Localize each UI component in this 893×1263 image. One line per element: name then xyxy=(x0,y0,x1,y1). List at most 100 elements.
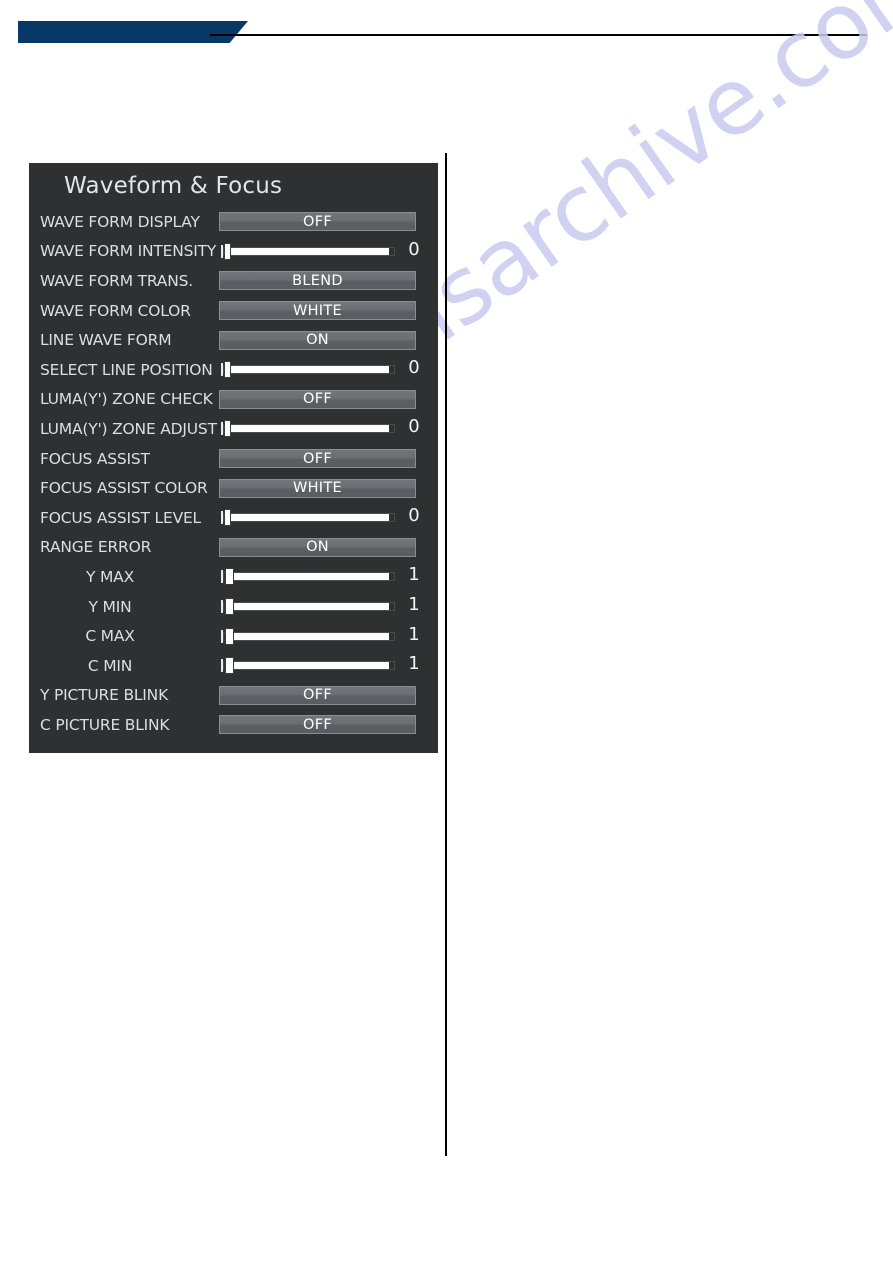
slider-handle[interactable] xyxy=(224,361,231,379)
slider-min-tick xyxy=(221,600,223,614)
menu-row-control: OFF xyxy=(219,212,419,232)
header-horizontal-rule xyxy=(210,34,867,36)
slider-track xyxy=(227,425,389,433)
slider-control[interactable]: 0 xyxy=(219,239,420,261)
menu-row-label: FOCUS ASSIST COLOR xyxy=(40,479,208,498)
menu-row[interactable]: WAVE FORM DISPLAY OFF xyxy=(29,207,438,237)
slider-value: 0 xyxy=(408,357,420,379)
slider-track xyxy=(227,247,389,255)
option-value-button[interactable]: OFF xyxy=(219,715,416,735)
slider-control[interactable]: 1 xyxy=(219,624,420,646)
menu-row[interactable]: FOCUS ASSIST COLOR WHITE xyxy=(29,473,438,503)
slider-min-tick xyxy=(221,244,223,258)
option-value-button[interactable]: OFF xyxy=(219,389,416,409)
menu-row[interactable]: C MAX 1 xyxy=(29,621,438,651)
menu-row-label: SELECT LINE POSITION xyxy=(40,360,213,379)
menu-row-control: 1 xyxy=(219,653,420,675)
menu-row-label: WAVE FORM DISPLAY xyxy=(40,212,200,231)
menu-row-label: C MIN xyxy=(87,656,133,675)
option-value-button[interactable]: BLEND xyxy=(219,271,416,291)
slider-min-tick xyxy=(221,629,223,643)
menu-row[interactable]: FOCUS ASSIST LEVEL 0 xyxy=(29,503,438,533)
slider-control[interactable]: 0 xyxy=(219,357,420,379)
menu-row-control: WHITE xyxy=(219,478,419,498)
menu-row[interactable]: Y MIN 1 xyxy=(29,592,438,622)
slider-control[interactable]: 0 xyxy=(219,505,420,527)
menu-row-control: WHITE xyxy=(219,301,419,321)
slider-track xyxy=(227,662,389,670)
osd-menu-title: Waveform & Focus xyxy=(64,173,283,199)
menu-row-control: 0 xyxy=(219,239,420,261)
menu-row[interactable]: WAVE FORM COLOR WHITE xyxy=(29,296,438,326)
slider-handle[interactable] xyxy=(224,242,231,260)
menu-row-control: OFF xyxy=(219,685,419,705)
slider-value: 0 xyxy=(408,416,420,438)
menu-row-label: C PICTURE BLINK xyxy=(40,715,170,734)
option-value-button[interactable]: ON xyxy=(219,537,416,557)
menu-row-control: OFF xyxy=(219,449,419,469)
slider-handle[interactable] xyxy=(225,657,234,675)
menu-row-control: 0 xyxy=(219,357,420,379)
menu-row[interactable]: FOCUS ASSIST OFF xyxy=(29,444,438,474)
slider-handle[interactable] xyxy=(225,598,234,616)
menu-row[interactable]: LINE WAVE FORM ON xyxy=(29,325,438,355)
option-value-button[interactable]: OFF xyxy=(219,449,416,469)
slider-min-tick xyxy=(221,511,223,525)
slider-track xyxy=(227,514,389,522)
slider-control[interactable]: 0 xyxy=(219,416,420,438)
menu-row-label: Y MIN xyxy=(88,597,132,616)
menu-row-label: LUMA(Y') ZONE ADJUST xyxy=(40,419,217,438)
menu-row[interactable]: Y PICTURE BLINK OFF xyxy=(29,681,438,711)
slider-control[interactable]: 1 xyxy=(219,594,420,616)
slider-value: 1 xyxy=(408,564,420,586)
slider-handle[interactable] xyxy=(225,568,234,586)
option-value-button[interactable]: WHITE xyxy=(219,301,416,321)
slider-handle[interactable] xyxy=(224,509,231,527)
slider-track xyxy=(227,632,389,640)
option-value-button[interactable]: ON xyxy=(219,330,416,350)
menu-row-control: 0 xyxy=(219,505,420,527)
slider-track xyxy=(227,573,389,581)
menu-row[interactable]: LUMA(Y') ZONE CHECK OFF xyxy=(29,385,438,415)
menu-row-label: FOCUS ASSIST xyxy=(40,449,150,468)
menu-row-label: C MAX xyxy=(85,627,135,646)
menu-row-label: Y MAX xyxy=(86,567,134,586)
slider-value: 0 xyxy=(408,238,420,260)
menu-row[interactable]: WAVE FORM INTENSITY 0 xyxy=(29,237,438,267)
menu-row[interactable]: Y MAX 1 xyxy=(29,562,438,592)
slider-value: 0 xyxy=(408,505,420,527)
slider-value: 1 xyxy=(408,653,420,675)
menu-row-label: Y PICTURE BLINK xyxy=(40,686,169,705)
menu-row-label: RANGE ERROR xyxy=(40,538,152,557)
slider-min-tick xyxy=(221,570,223,584)
menu-row[interactable]: SELECT LINE POSITION 0 xyxy=(29,355,438,385)
slider-min-tick xyxy=(221,422,223,436)
slider-control[interactable]: 1 xyxy=(219,564,420,586)
slider-handle[interactable] xyxy=(225,627,234,645)
option-value-button[interactable]: OFF xyxy=(219,685,416,705)
slider-min-tick xyxy=(221,659,223,673)
menu-row-label: FOCUS ASSIST LEVEL xyxy=(40,508,201,527)
menu-row-control: ON xyxy=(219,537,419,557)
menu-row[interactable]: WAVE FORM TRANS. BLEND xyxy=(29,266,438,296)
slider-track xyxy=(227,366,389,374)
option-value-button[interactable]: WHITE xyxy=(219,478,416,498)
osd-menu-panel: Waveform & Focus WAVE FORM DISPLAY OFF WAV… xyxy=(29,163,438,753)
menu-row-control: 1 xyxy=(219,624,420,646)
slider-control[interactable]: 1 xyxy=(219,653,420,675)
slider-min-tick xyxy=(221,363,223,377)
menu-row-label: WAVE FORM COLOR xyxy=(40,301,191,320)
slider-handle[interactable] xyxy=(224,420,231,438)
menu-row[interactable]: C PICTURE BLINK OFF xyxy=(29,710,438,740)
page-header xyxy=(0,0,893,60)
menu-row-control: OFF xyxy=(219,389,419,409)
menu-row[interactable]: RANGE ERROR ON xyxy=(29,533,438,563)
menu-row-label: WAVE FORM TRANS. xyxy=(40,271,193,290)
osd-menu-list: WAVE FORM DISPLAY OFF WAVE FORM INTENSITY 0… xyxy=(29,207,438,740)
menu-row[interactable]: LUMA(Y') ZONE ADJUST 0 xyxy=(29,414,438,444)
menu-row[interactable]: C MIN 1 xyxy=(29,651,438,681)
menu-row-control: 0 xyxy=(219,416,420,438)
option-value-button[interactable]: OFF xyxy=(219,212,416,232)
menu-row-control: ON xyxy=(219,330,419,350)
menu-row-control: 1 xyxy=(219,594,420,616)
